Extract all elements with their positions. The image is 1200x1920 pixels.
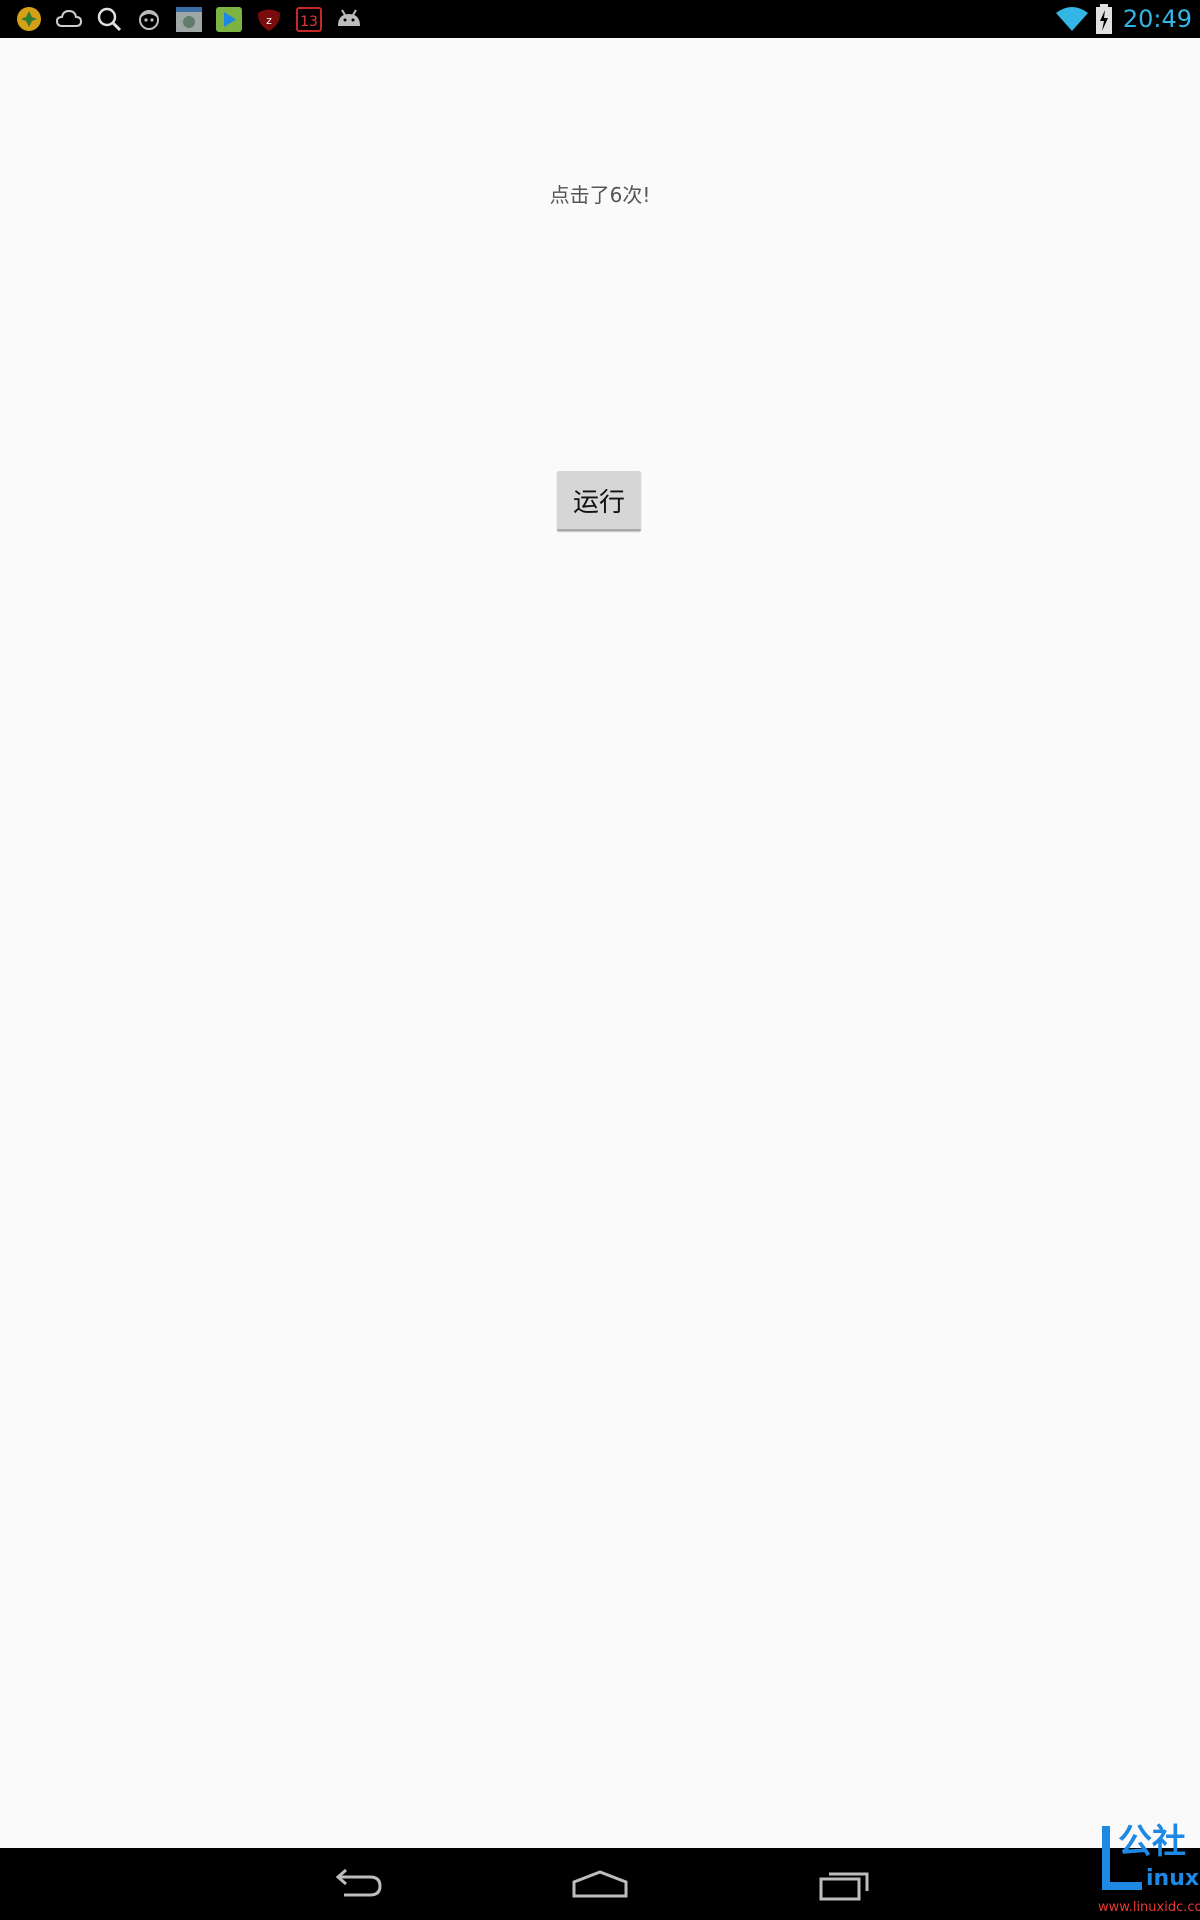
recents-button[interactable]	[795, 1856, 895, 1912]
home-button[interactable]	[550, 1856, 650, 1912]
battery-charging-icon	[1095, 4, 1112, 34]
run-button[interactable]: 运行	[557, 471, 641, 531]
watermark-l-mark	[1102, 1826, 1110, 1890]
click-counter-text: 点击了6次!	[549, 183, 651, 207]
watermark-subtitle: inux	[1146, 1866, 1200, 1891]
watermark-title: 公社	[1118, 1822, 1186, 1862]
calendar-badge: 13	[300, 14, 318, 30]
search-icon	[94, 4, 124, 34]
back-icon	[335, 1868, 382, 1897]
recents-icon	[819, 1872, 869, 1901]
status-clock: 20:49	[1122, 5, 1192, 33]
status-indicators: 20:49	[1055, 0, 1192, 38]
face-icon	[134, 4, 164, 34]
status-bar: z 13 20:49	[0, 0, 1200, 38]
android-icon	[334, 4, 364, 34]
zhihu-icon: z	[254, 4, 284, 34]
play-store-icon	[214, 4, 244, 34]
calendar-icon: 13	[294, 4, 324, 34]
home-icon	[572, 1870, 628, 1898]
photo-app-icon	[174, 4, 204, 34]
watermark-url: www.linuxidc.com	[1098, 1900, 1200, 1915]
cleaner-app-icon	[14, 4, 44, 34]
cloud-icon	[54, 4, 84, 34]
site-watermark: 公社 inux www.linuxidc.com	[1098, 1822, 1200, 1918]
wifi-icon	[1055, 7, 1088, 31]
watermark-l-base	[1102, 1882, 1142, 1890]
zhihu-letter: z	[266, 14, 272, 27]
navigation-bar	[0, 1848, 1200, 1920]
back-button[interactable]	[307, 1856, 407, 1912]
screen: z 13 20:49 点击了6次! 运行 公社 inux www.linuxid…	[0, 0, 1200, 1920]
